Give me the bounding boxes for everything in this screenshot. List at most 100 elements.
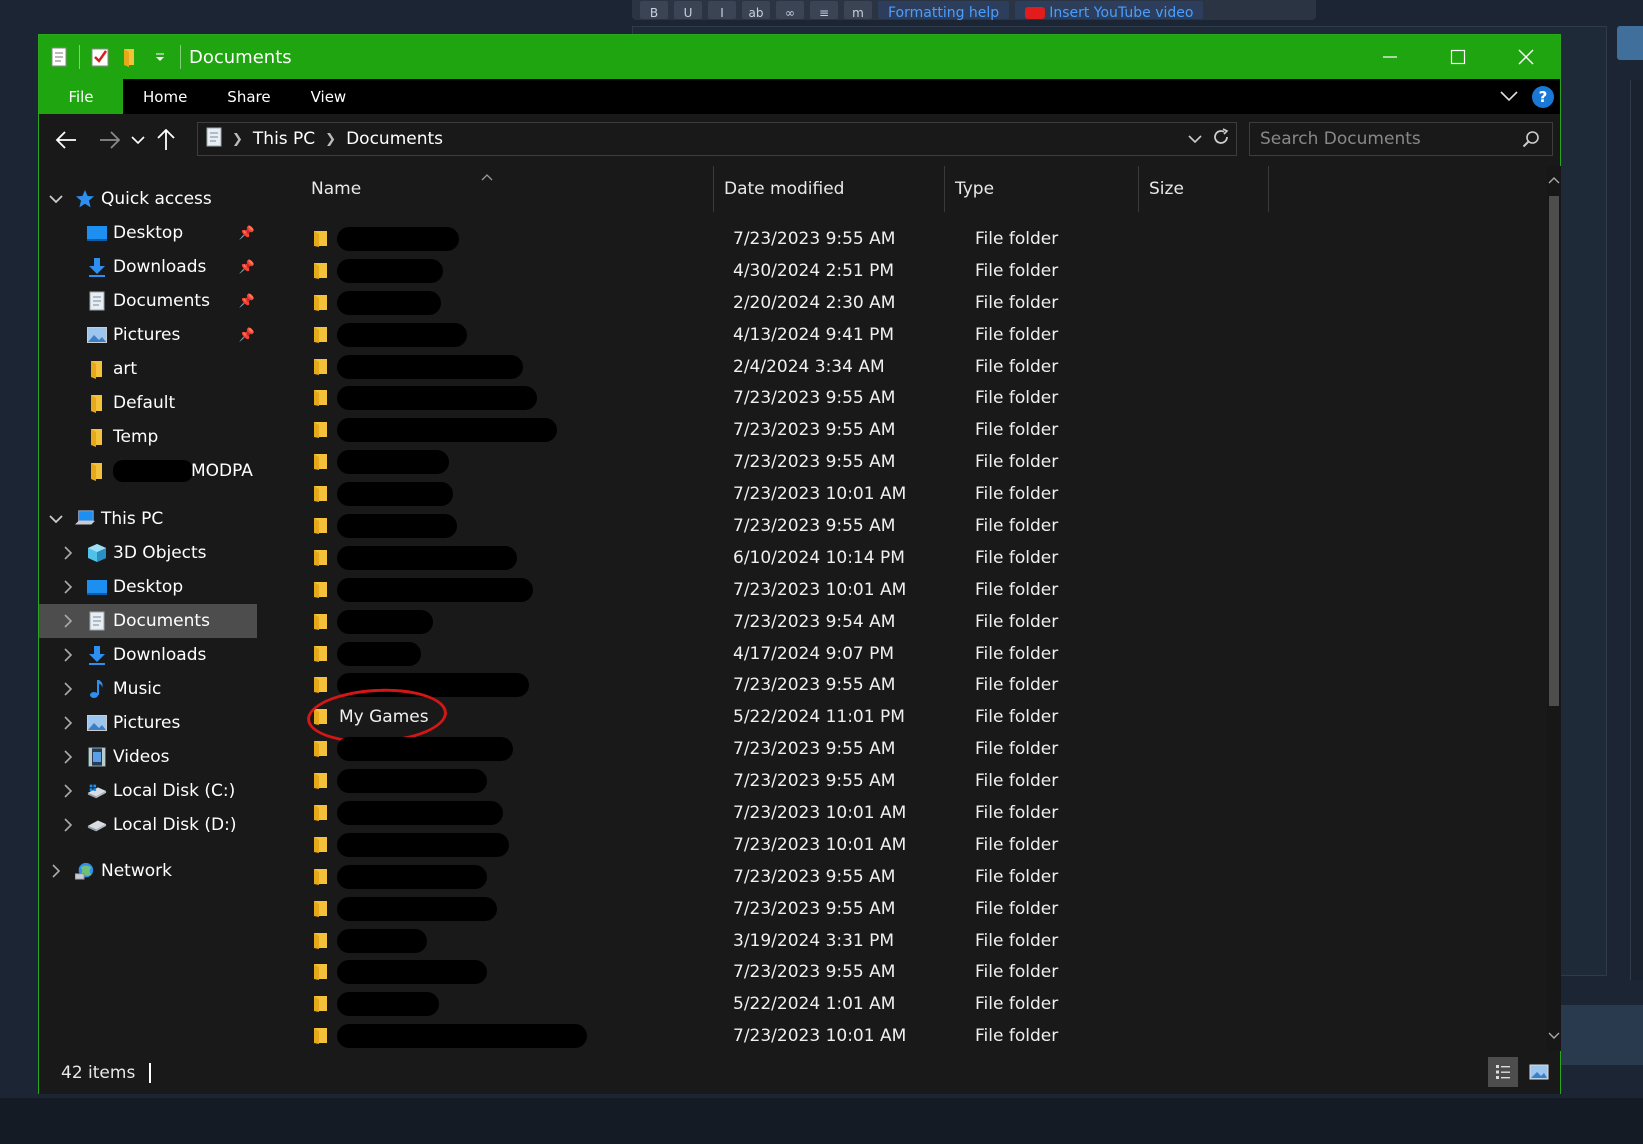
- recent-locations-button[interactable]: [127, 123, 149, 157]
- table-row[interactable]: 7/23/2023 10:01 AM File folder: [281, 797, 1547, 829]
- tab-home[interactable]: Home: [123, 79, 207, 114]
- table-row[interactable]: 7/23/2023 9:55 AM File folder: [281, 223, 1547, 255]
- underline-button[interactable]: U: [674, 1, 702, 19]
- tab-share[interactable]: Share: [207, 79, 290, 114]
- nav-network[interactable]: Network: [39, 854, 257, 888]
- nav-pc-music[interactable]: Music: [39, 672, 257, 706]
- breadcrumb-chevron-icon[interactable]: ❯: [325, 132, 336, 147]
- table-row[interactable]: 4/30/2024 2:51 PM File folder: [281, 255, 1547, 287]
- address-history-chevron-down-icon[interactable]: [1188, 129, 1202, 149]
- chevron-right-icon[interactable]: [61, 750, 75, 764]
- column-size[interactable]: Size: [1139, 166, 1269, 212]
- chevron-right-icon[interactable]: [49, 864, 63, 878]
- chevron-right-icon[interactable]: [61, 580, 75, 594]
- nav-this-pc[interactable]: This PC: [39, 502, 257, 536]
- new-folder-icon[interactable]: [120, 46, 140, 68]
- tab-file[interactable]: File: [39, 79, 123, 114]
- search-input[interactable]: Search Documents: [1260, 129, 1421, 149]
- table-row[interactable]: 7/23/2023 9:55 AM File folder: [281, 861, 1547, 893]
- table-row[interactable]: 4/13/2024 9:41 PM File folder: [281, 319, 1547, 351]
- forward-button[interactable]: [93, 123, 127, 157]
- chevron-right-icon[interactable]: [61, 818, 75, 832]
- pin-icon[interactable]: 📌: [239, 328, 255, 343]
- table-row[interactable]: 7/23/2023 10:01 AM File folder: [281, 574, 1547, 606]
- insert-youtube-link[interactable]: Insert YouTube video: [1015, 1, 1204, 20]
- column-date-modified[interactable]: Date modified: [713, 166, 945, 212]
- table-row[interactable]: 7/23/2023 10:01 AM File folder: [281, 829, 1547, 861]
- help-icon[interactable]: ?: [1532, 85, 1554, 108]
- table-row[interactable]: 2/20/2024 2:30 AM File folder: [281, 287, 1547, 319]
- nav-pc-videos[interactable]: Videos: [39, 740, 257, 774]
- table-row[interactable]: 7/23/2023 9:55 AM File folder: [281, 382, 1547, 414]
- nav-pc-documents[interactable]: Documents: [39, 604, 257, 638]
- details-view-icon[interactable]: [1488, 1057, 1518, 1087]
- table-row[interactable]: 2/4/2024 3:34 AM File folder: [281, 351, 1547, 383]
- nav-pc-downloads[interactable]: Downloads: [39, 638, 257, 672]
- table-row[interactable]: 7/23/2023 9:55 AM File folder: [281, 446, 1547, 478]
- nav-quick-desktop[interactable]: Desktop 📌: [39, 216, 257, 250]
- nav-quick-modpa[interactable]: MODPA: [39, 454, 257, 488]
- search-icon[interactable]: [1522, 130, 1540, 153]
- nav-quick-art[interactable]: art: [39, 352, 257, 386]
- nav-3d-objects[interactable]: 3D Objects: [39, 536, 257, 570]
- table-row[interactable]: 5/22/2024 1:01 AM File folder: [281, 988, 1547, 1020]
- italic-button[interactable]: I: [708, 1, 736, 19]
- nav-quick-downloads[interactable]: Downloads 📌: [39, 250, 257, 284]
- maximize-button[interactable]: [1424, 35, 1492, 79]
- chevron-right-icon[interactable]: [61, 784, 75, 798]
- expand-ribbon-icon[interactable]: [1500, 87, 1518, 106]
- nav-local-disk-d[interactable]: Local Disk (D:): [39, 808, 257, 842]
- scroll-down-icon[interactable]: [1547, 1026, 1561, 1046]
- table-row[interactable]: 7/23/2023 9:55 AM File folder: [281, 669, 1547, 701]
- table-row[interactable]: 7/23/2023 9:55 AM File folder: [281, 733, 1547, 765]
- chevron-right-icon[interactable]: [61, 716, 75, 730]
- media-button[interactable]: m: [844, 1, 872, 19]
- chevron-right-icon[interactable]: [61, 648, 75, 662]
- strikethrough-button[interactable]: ab: [742, 1, 770, 19]
- table-row[interactable]: 7/23/2023 9:55 AM File folder: [281, 414, 1547, 446]
- table-row[interactable]: 7/23/2023 9:54 AM File folder: [281, 606, 1547, 638]
- table-row[interactable]: 3/19/2024 3:31 PM File folder: [281, 925, 1547, 957]
- chevron-right-icon[interactable]: [61, 682, 75, 696]
- pin-icon[interactable]: 📌: [239, 226, 255, 241]
- search-box[interactable]: Search Documents: [1249, 122, 1553, 156]
- chevron-right-icon[interactable]: [61, 546, 75, 560]
- table-row[interactable]: 7/23/2023 9:55 AM File folder: [281, 510, 1547, 542]
- breadcrumb-this-pc[interactable]: This PC: [253, 129, 315, 149]
- properties-icon[interactable]: [49, 46, 69, 68]
- table-row[interactable]: My Games 5/22/2024 11:01 PM File folder: [281, 685, 1547, 747]
- table-row[interactable]: 4/17/2024 9:07 PM File folder: [281, 638, 1547, 670]
- chevron-right-icon[interactable]: [61, 614, 75, 628]
- nav-quick-access[interactable]: Quick access: [39, 182, 257, 216]
- nav-pc-pictures[interactable]: Pictures: [39, 706, 257, 740]
- close-button[interactable]: [1492, 35, 1560, 79]
- scrollbar-thumb[interactable]: [1549, 196, 1559, 706]
- minimize-button[interactable]: [1356, 35, 1424, 79]
- column-name[interactable]: Name: [301, 166, 713, 212]
- tab-view[interactable]: View: [291, 79, 367, 114]
- address-bar[interactable]: ❯ This PC ❯ Documents: [197, 122, 1237, 156]
- nav-quick-temp[interactable]: Temp: [39, 420, 257, 454]
- chevron-down-icon[interactable]: [49, 512, 63, 526]
- large-icons-view-icon[interactable]: [1524, 1057, 1554, 1087]
- checklist-icon[interactable]: [90, 46, 110, 68]
- back-button[interactable]: [49, 123, 83, 157]
- breadcrumb-chevron-icon[interactable]: ❯: [232, 132, 243, 147]
- pin-icon[interactable]: 📌: [239, 294, 255, 309]
- table-row[interactable]: 7/23/2023 9:55 AM File folder: [281, 893, 1547, 925]
- customize-toolbar-icon[interactable]: [150, 46, 170, 68]
- pin-icon[interactable]: 📌: [239, 260, 255, 275]
- table-row[interactable]: 7/23/2023 9:55 AM File folder: [281, 765, 1547, 797]
- nav-quick-pictures[interactable]: Pictures 📌: [39, 318, 257, 352]
- chevron-down-icon[interactable]: [49, 192, 63, 206]
- up-button[interactable]: [149, 123, 183, 157]
- bold-button[interactable]: B: [640, 1, 668, 19]
- table-row[interactable]: 7/23/2023 10:01 AM File folder: [281, 478, 1547, 510]
- nav-pc-desktop[interactable]: Desktop: [39, 570, 257, 604]
- title-bar[interactable]: Documents: [39, 35, 1560, 79]
- nav-local-disk-c[interactable]: Local Disk (C:): [39, 774, 257, 808]
- file-name[interactable]: My Games: [339, 707, 429, 727]
- column-type[interactable]: Type: [945, 166, 1139, 212]
- breadcrumb-documents[interactable]: Documents: [346, 129, 443, 149]
- pane-splitter[interactable]: [257, 166, 281, 1051]
